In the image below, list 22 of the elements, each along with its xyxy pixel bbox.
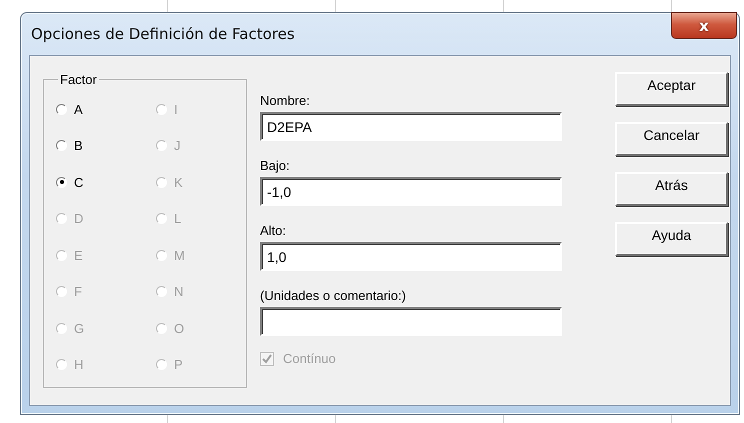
- field-label: (Unidades o comentario:): [260, 288, 407, 305]
- input-field[interactable]: 1,0: [260, 242, 562, 271]
- close-button[interactable]: x: [671, 12, 737, 39]
- radio-circle[interactable]: [56, 140, 67, 152]
- window-title: Opciones de Definición de Factores: [31, 25, 295, 43]
- dialog-button[interactable]: Cancelar: [615, 122, 728, 156]
- dialog-button[interactable]: Aceptar: [615, 72, 728, 106]
- input-field[interactable]: [260, 307, 562, 336]
- field-label: Bajo:: [260, 158, 291, 175]
- dialog-button[interactable]: Atrás: [615, 172, 728, 206]
- group-title: Factor: [59, 72, 98, 87]
- checkbox-label: Contínuo: [283, 351, 336, 366]
- dialog-button[interactable]: Ayuda: [615, 222, 728, 256]
- input-field[interactable]: -1,0: [260, 177, 562, 206]
- factor-radio[interactable]: C: [56, 172, 156, 192]
- input-field[interactable]: D2EPA: [260, 112, 562, 141]
- field-label: Nombre:: [260, 93, 311, 110]
- radio-circle[interactable]: [56, 104, 67, 115]
- field-label: Alto:: [260, 223, 288, 240]
- factor-radio[interactable]: A: [56, 99, 156, 120]
- factor-radio[interactable]: B: [56, 136, 156, 156]
- radio-circle[interactable]: [56, 176, 67, 188]
